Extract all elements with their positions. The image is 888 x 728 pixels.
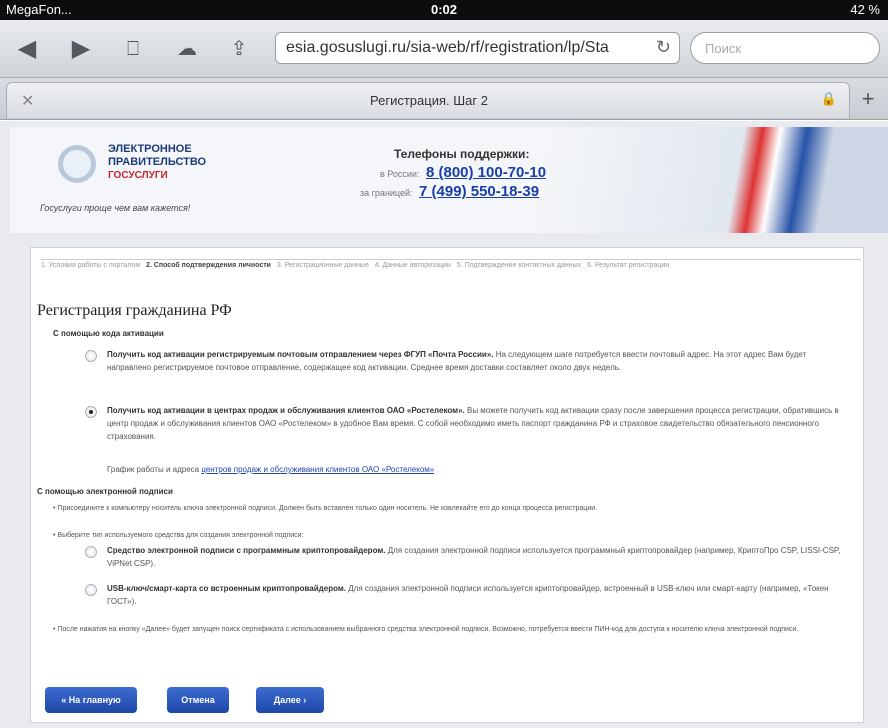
site-header: ЭЛЕКТРОННОЕ ПРАВИТЕЛЬСТВО ГОСУСЛУГИ Госу…: [10, 127, 888, 233]
logo-line3: ГОСУСЛУГИ: [108, 170, 168, 181]
section-activation-code: С помощью кода активации: [53, 329, 164, 338]
support-ru-label: в России:: [380, 169, 420, 179]
gosuslugi-logo-icon[interactable]: [58, 145, 96, 183]
schedule-label: График работы и адреса: [107, 465, 200, 474]
new-tab-icon[interactable]: +: [854, 84, 882, 114]
support-intl-label: за границей:: [360, 188, 413, 198]
bullet-next-info: • После нажатия на кнопку «Далее» будет …: [53, 626, 799, 633]
option-post-office[interactable]: Получить код активации регистрируемым по…: [107, 348, 847, 374]
clock: 0:02: [430, 2, 458, 17]
support-title: Телефоны поддержки:: [394, 147, 530, 161]
logo-line2: ПРАВИТЕЛЬСТВО: [108, 156, 207, 168]
section-electronic-signature: С помощью электронной подписи: [37, 487, 173, 496]
bookmarks-icon[interactable]: ⎕: [116, 34, 150, 64]
step-5: 5. Подтверждение контактных данных: [456, 262, 582, 269]
slogan: Госуслуги проще чем вам кажется!: [40, 203, 191, 213]
bullet-choose-type-text: Выберите тип используемого средства для …: [57, 532, 304, 539]
status-bar: MegaFon... 0:02 42 %: [0, 0, 888, 20]
step-1: 1. Условия работы с порталом: [41, 262, 141, 269]
browser-toolbar: ◀ ▶ ⎕ ☁ ⇪ esia.gosuslugi.ru/sia-web/rf/r…: [0, 20, 888, 78]
logo-line1: ЭЛЕКТРОННОЕ: [108, 143, 192, 155]
cancel-button[interactable]: Отмена: [167, 687, 229, 713]
step-6: 6. Результат регистрации: [587, 262, 670, 269]
url-text: esia.gosuslugi.ru/sia-web/rf/registratio…: [286, 39, 609, 56]
share-icon[interactable]: ⇪: [222, 34, 256, 64]
forward-icon[interactable]: ▶: [64, 34, 98, 64]
steps-progress: 1. Условия работы с порталом 2. Способ п…: [41, 259, 861, 269]
rostelecom-centers-link[interactable]: центров продаж и обслуживания клиентов О…: [201, 465, 434, 474]
bullet-insert-key: • Присоедините к компьютеру носитель клю…: [53, 505, 598, 512]
back-icon[interactable]: ◀: [10, 34, 44, 64]
radio-rostelecom[interactable]: [85, 406, 97, 418]
site-logo-text[interactable]: ЭЛЕКТРОННОЕ ПРАВИТЕЛЬСТВО ГОСУСЛУГИ: [108, 143, 206, 182]
option-software-crypto-title: Средство электронной подписи с программн…: [107, 546, 386, 555]
home-button[interactable]: « На главную: [45, 687, 137, 713]
radio-post-office[interactable]: [85, 350, 97, 362]
step-3: 3. Регистрационные данные: [276, 262, 369, 269]
search-input[interactable]: Поиск: [690, 32, 880, 64]
url-field[interactable]: esia.gosuslugi.ru/sia-web/rf/registratio…: [275, 32, 680, 64]
support-ru-phone-link[interactable]: 8 (800) 100-70-10: [426, 164, 546, 181]
option-software-crypto[interactable]: Средство электронной подписи с программн…: [107, 544, 847, 570]
tab-title: Регистрация. Шаг 2: [370, 93, 488, 108]
bullet-choose-type: • Выберите тип используемого средства дл…: [53, 532, 304, 539]
battery-level: 42 %: [850, 2, 880, 17]
page-title: Регистрация гражданина РФ: [37, 302, 232, 319]
option-rostelecom[interactable]: Получить код активации в центрах продаж …: [107, 404, 847, 443]
tab-active[interactable]: ✕ Регистрация. Шаг 2 🔒: [6, 82, 850, 118]
bullet-insert-key-text: Присоедините к компьютеру носитель ключа…: [57, 505, 598, 512]
option-rostelecom-title: Получить код активации в центрах продаж …: [107, 406, 465, 415]
radio-usb-token[interactable]: [85, 584, 97, 596]
lock-icon: 🔒: [820, 91, 837, 106]
reload-icon[interactable]: ↻: [656, 37, 671, 58]
rostelecom-schedule: График работы и адреса центров продаж и …: [107, 463, 847, 476]
next-button[interactable]: Далее ›: [256, 687, 324, 713]
option-usb-token[interactable]: USB-ключ/смарт-карта со встроенным крипт…: [107, 582, 847, 608]
web-page: ЭЛЕКТРОННОЕ ПРАВИТЕЛЬСТВО ГОСУСЛУГИ Госу…: [0, 121, 888, 728]
step-4: 4. Данные авторизации: [374, 262, 451, 269]
bullet-next-info-text: После нажатия на кнопку «Далее» будет за…: [57, 626, 799, 633]
tab-bar: ✕ Регистрация. Шаг 2 🔒 +: [0, 78, 888, 120]
step-2-active: 2. Способ подтверждения личности: [146, 262, 271, 269]
support-phones: Телефоны поддержки: в России: 8 (800) 10…: [360, 147, 546, 200]
support-intl-phone-link[interactable]: 7 (499) 550-18-39: [419, 183, 539, 200]
search-placeholder: Поиск: [705, 41, 742, 56]
option-post-office-title: Получить код активации регистрируемым по…: [107, 350, 494, 359]
icloud-tabs-icon[interactable]: ☁: [170, 34, 204, 64]
registration-panel: 1. Условия работы с порталом 2. Способ п…: [30, 247, 864, 723]
option-usb-token-title: USB-ключ/смарт-карта со встроенным крипт…: [107, 584, 346, 593]
radio-software-crypto[interactable]: [85, 546, 97, 558]
